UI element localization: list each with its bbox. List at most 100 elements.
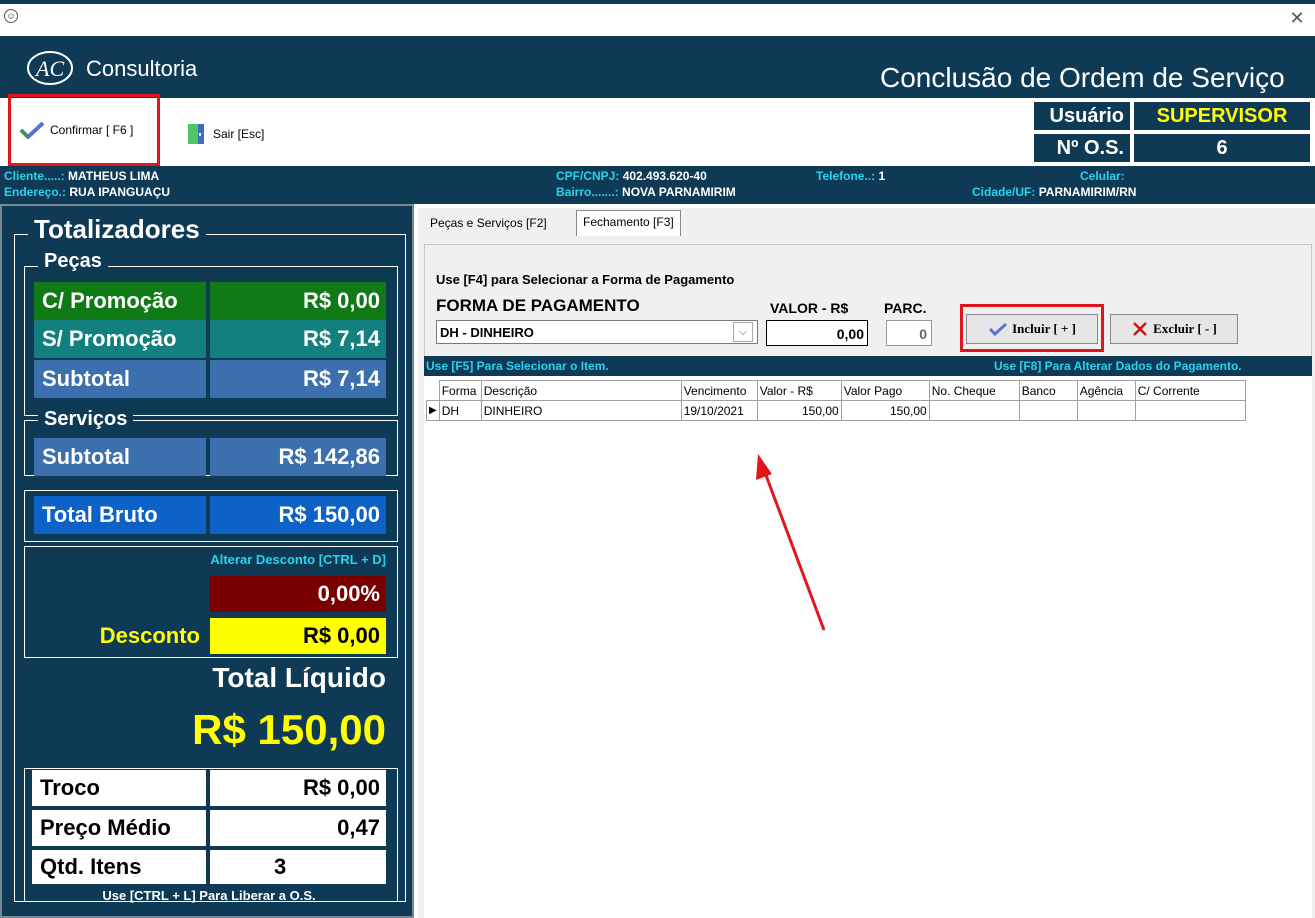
grid-header-row: Forma Descrição Vencimento Valor - R$ Va…: [426, 380, 1246, 401]
col-header[interactable]: Descrição: [480, 380, 682, 401]
bairro-label: Bairro.......:: [556, 185, 619, 199]
grid-cell[interactable]: 19/10/2021: [680, 400, 758, 421]
brand-name: Consultoria: [86, 56, 198, 81]
telefone-value: 1: [878, 169, 886, 183]
cidade-value: PARNAMIRIM/RN: [1038, 185, 1137, 199]
forma-pagamento-value: DH - DINHEIRO: [440, 325, 534, 340]
os-number: 6: [1134, 134, 1310, 162]
total-bruto-label: Total Bruto: [34, 496, 206, 534]
close-icon[interactable]: ✕: [1287, 8, 1307, 28]
s-promocao-label: S/ Promoção: [34, 320, 206, 358]
desconto-label: Desconto: [99, 623, 200, 648]
confirm-button[interactable]: Confirmar [ F6 ]: [8, 94, 160, 166]
payments-grid-area[interactable]: [424, 376, 1312, 918]
total-liquido-label: Total Líquido: [212, 662, 386, 693]
col-header[interactable]: Agência: [1076, 380, 1136, 401]
grid-cell[interactable]: 150,00: [756, 400, 842, 421]
os-label: Nº O.S.: [1034, 134, 1130, 162]
grid-cell[interactable]: [1134, 400, 1246, 421]
page-title: Conclusão de Ordem de Serviço: [880, 62, 1285, 93]
client-info-bar: Cliente.....: MATHEUS LIMA Endereço.: RU…: [0, 166, 1315, 204]
exit-button[interactable]: Sair [Esc]: [186, 122, 264, 146]
cpf-label: CPF/CNPJ:: [556, 169, 620, 183]
preco-medio-label: Preço Médio: [32, 810, 206, 846]
c-promocao-value: R$ 0,00: [210, 282, 386, 320]
total-bruto-row: Total Bruto R$ 150,00: [34, 496, 386, 534]
f4-hint: Use [F4] para Selecionar a Forma de Paga…: [436, 272, 735, 287]
servicos-subtotal-label: Subtotal: [34, 438, 206, 476]
grid-cell[interactable]: 150,00: [840, 400, 930, 421]
celular-label: Celular:: [1080, 169, 1125, 183]
servicos-subtotal-row: Subtotal R$ 142,86: [34, 438, 386, 476]
col-header[interactable]: Valor - R$: [756, 380, 842, 401]
grid-cell[interactable]: DH: [438, 400, 482, 421]
valor-input[interactable]: 0,00: [766, 320, 868, 346]
user-label: Usuário: [1034, 102, 1130, 130]
incluir-button[interactable]: Incluir [ + ]: [966, 314, 1098, 344]
endereco-label: Endereço.:: [4, 185, 67, 199]
servicos-title: Serviços: [38, 408, 134, 431]
grid-cell[interactable]: [1018, 400, 1078, 421]
total-liquido-value: R$ 150,00: [192, 706, 386, 753]
cliente-value: MATHEUS LIMA: [68, 169, 160, 183]
logo-icon: AC: [27, 51, 73, 85]
valor-label: VALOR - R$: [770, 300, 849, 316]
annotation-arrow-icon: [756, 454, 826, 631]
cliente-label: Cliente.....:: [4, 169, 65, 183]
desconto-value[interactable]: R$ 0,00: [210, 618, 386, 654]
troco-row: Troco R$ 0,00: [32, 770, 386, 806]
payments-grid[interactable]: Forma Descrição Vencimento Valor - R$ Va…: [426, 380, 1246, 421]
totals-panel: Totalizadores Peças C/ Promoção R$ 0,00 …: [0, 204, 414, 918]
forma-pagamento-select[interactable]: DH - DINHEIRO ⌵: [436, 320, 758, 344]
c-promocao-row: C/ Promoção R$ 0,00: [34, 282, 386, 320]
col-header[interactable]: No. Cheque: [928, 380, 1020, 401]
app-icon[interactable]: ☺: [4, 9, 18, 23]
col-header[interactable]: Vencimento: [680, 380, 758, 401]
s-promocao-row: S/ Promoção R$ 7,14: [34, 320, 386, 358]
endereco-value: RUA IPANGUAÇU: [69, 185, 171, 199]
col-header[interactable]: Forma: [438, 380, 482, 401]
total-bruto-value: R$ 150,00: [210, 496, 386, 534]
preco-medio-value: 0,47: [210, 810, 386, 846]
excluir-button[interactable]: Excluir [ - ]: [1110, 314, 1238, 344]
chevron-down-icon[interactable]: ⌵: [733, 322, 753, 342]
pecas-subtotal-row: Subtotal R$ 7,14: [34, 360, 386, 398]
f5-hint: Use [F5] Para Selecionar o Item.: [426, 359, 609, 373]
tab-fechamento[interactable]: Fechamento [F3]: [576, 210, 681, 236]
tab-pecas-servicos[interactable]: Peças e Serviços [F2]: [424, 212, 553, 234]
col-header[interactable]: C/ Corrente: [1134, 380, 1246, 401]
parc-label: PARC.: [884, 300, 927, 316]
pecas-subtotal-label: Subtotal: [34, 360, 206, 398]
table-row[interactable]: ▶ DH DINHEIRO 19/10/2021 150,00 150,00: [426, 400, 1246, 421]
preco-medio-row: Preço Médio 0,47: [32, 810, 386, 846]
qtd-itens-label: Qtd. Itens: [32, 850, 206, 884]
liberar-hint: Use [CTRL + L] Para Liberar a O.S.: [102, 888, 316, 903]
exit-label: Sair [Esc]: [213, 127, 265, 141]
confirm-label: Confirmar [ F6 ]: [50, 123, 134, 137]
troco-value: R$ 0,00: [210, 770, 386, 806]
parc-input[interactable]: 0: [886, 320, 932, 346]
cpf-value: 402.493.620-40: [622, 169, 707, 183]
excluir-label: Excluir [ - ]: [1153, 321, 1217, 336]
grid-cell[interactable]: [1076, 400, 1136, 421]
desconto-percent[interactable]: 0,00%: [210, 576, 386, 612]
alterar-desconto-hint: Alterar Desconto [CTRL + D]: [210, 552, 386, 567]
troco-label: Troco: [32, 770, 206, 806]
col-header[interactable]: Banco: [1018, 380, 1078, 401]
grid-cell[interactable]: [928, 400, 1020, 421]
header: AC Consultoria Conclusão de Ordem de Ser…: [0, 36, 1315, 98]
check-icon: [19, 121, 45, 139]
f8-hint: Use [F8] Para Alterar Dados do Pagamento…: [994, 359, 1242, 373]
check-icon: [989, 322, 1008, 336]
grid-cell[interactable]: DINHEIRO: [480, 400, 682, 421]
row-selector-icon[interactable]: ▶: [426, 400, 440, 421]
cidade-label: Cidade/UF:: [972, 185, 1036, 199]
row-indicator-header: [426, 380, 440, 401]
forma-pagamento-label: FORMA DE PAGAMENTO: [436, 296, 640, 315]
pecas-subtotal-value: R$ 7,14: [210, 360, 386, 398]
col-header[interactable]: Valor Pago: [840, 380, 930, 401]
incluir-label: Incluir [ + ]: [1012, 321, 1076, 336]
qtd-itens-value: 3: [210, 850, 386, 884]
svg-text:AC: AC: [34, 56, 64, 81]
title-bar: ☺ ✕: [0, 0, 1315, 36]
